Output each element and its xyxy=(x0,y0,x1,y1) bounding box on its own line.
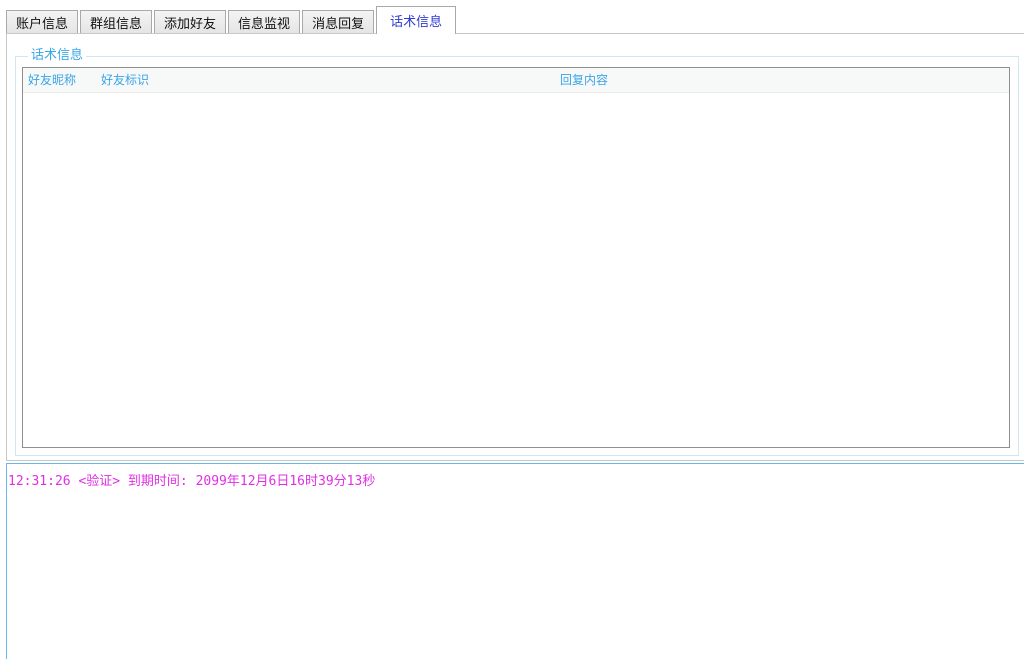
log-line: 12:31:26 <验证> 到期时间: 2099年12月6日16时39分13秒 xyxy=(8,474,376,489)
script-list[interactable]: 好友昵称 好友标识 回复内容 xyxy=(22,67,1010,448)
tab-panel: 话术信息 好友昵称 好友标识 回复内容 xyxy=(6,33,1024,461)
list-header: 好友昵称 好友标识 回复内容 xyxy=(23,68,1009,93)
tab-account-info[interactable]: 账户信息 xyxy=(6,10,79,34)
column-header-reply-content[interactable]: 回复内容 xyxy=(560,68,608,92)
log-area[interactable]: 12:31:26 <验证> 到期时间: 2099年12月6日16时39分13秒 xyxy=(6,463,1024,659)
tab-add-friend[interactable]: 添加好友 xyxy=(154,10,227,34)
tab-bar: 账户信息 群组信息 添加好友 信息监视 消息回复 话术信息 xyxy=(6,6,458,34)
column-header-friend-id[interactable]: 好友标识 xyxy=(101,68,149,92)
tab-script-info[interactable]: 话术信息 xyxy=(376,6,457,34)
tab-message-monitor[interactable]: 信息监视 xyxy=(228,10,301,34)
groupbox-title: 话术信息 xyxy=(28,48,87,64)
column-header-friend-nickname[interactable]: 好友昵称 xyxy=(28,68,76,92)
tab-message-reply[interactable]: 消息回复 xyxy=(302,10,375,34)
tab-group-info[interactable]: 群组信息 xyxy=(80,10,153,34)
script-info-groupbox: 话术信息 好友昵称 好友标识 回复内容 xyxy=(15,48,1019,456)
